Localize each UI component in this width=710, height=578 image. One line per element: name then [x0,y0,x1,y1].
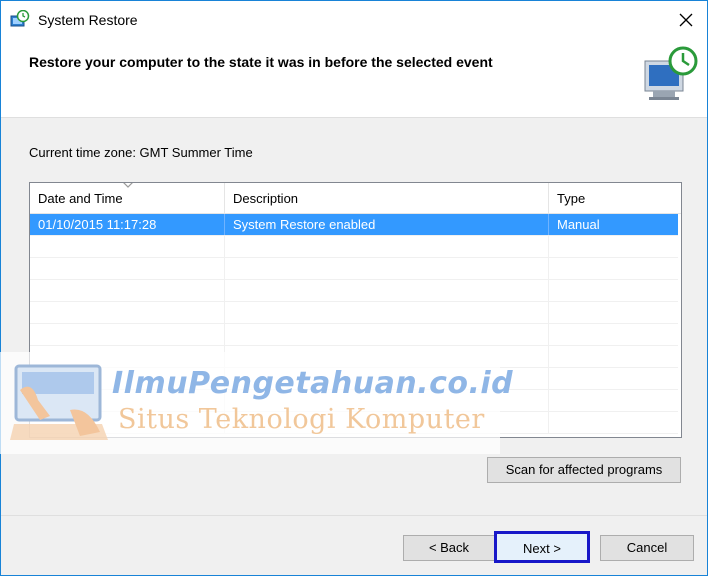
empty-cell [549,258,680,279]
system-restore-icon [10,10,30,27]
next-button[interactable]: Next > [494,531,590,563]
laptop-hand-logo-icon [10,364,108,440]
page-title: Restore your computer to the state it wa… [29,54,493,70]
column-label: Description [233,191,299,206]
title-bar[interactable]: System Restore [1,1,707,37]
empty-cell [30,302,225,323]
close-button[interactable] [671,5,701,35]
cell-description: System Restore enabled [225,214,549,235]
empty-cell [225,302,549,323]
timezone-label: Current time zone: GMT Summer Time [29,145,253,160]
empty-cell [549,390,680,411]
table-row[interactable]: 01/10/2015 11:17:28 System Restore enabl… [30,214,678,236]
empty-list-row [30,236,678,258]
watermark-subtitle: Situs Teknologi Komputer [118,404,485,435]
column-label: Type [557,191,586,206]
list-header: Date and Time Description Type [30,183,681,214]
window-title: System Restore [38,12,138,28]
empty-cell [30,236,225,257]
empty-list-row [30,280,678,302]
empty-cell [549,236,680,257]
footer-divider [1,515,707,516]
watermark-overlay: IlmuPengetahuan.co.id Situs Teknologi Ko… [0,352,513,454]
empty-cell [30,324,225,345]
back-button[interactable]: < Back [403,535,495,561]
empty-cell [225,280,549,301]
empty-list-row [30,302,678,324]
wizard-header: Restore your computer to the state it wa… [1,37,707,118]
sort-chevron-icon [123,183,133,188]
empty-cell [225,324,549,345]
empty-cell [549,412,680,433]
scan-affected-programs-button[interactable]: Scan for affected programs [487,457,681,483]
restore-monitor-icon [644,46,698,100]
empty-cell [30,258,225,279]
cell-date: 01/10/2015 11:17:28 [30,214,225,235]
empty-cell [549,368,680,389]
system-restore-window: System Restore Restore your computer to … [0,0,708,576]
empty-cell [225,236,549,257]
column-header-type[interactable]: Type [549,183,681,213]
empty-list-row [30,324,678,346]
empty-list-row [30,258,678,280]
close-icon [679,13,693,27]
watermark-title: IlmuPengetahuan.co.id [112,366,514,401]
cell-type: Manual [557,217,600,232]
empty-cell [549,324,680,345]
column-header-description[interactable]: Description [225,183,549,213]
empty-cell [549,346,680,367]
empty-cell [225,258,549,279]
cancel-button[interactable]: Cancel [600,535,694,561]
empty-cell [549,280,680,301]
column-label: Date and Time [38,191,123,206]
column-header-date[interactable]: Date and Time [30,183,225,213]
empty-cell [30,280,225,301]
empty-cell [549,302,680,323]
